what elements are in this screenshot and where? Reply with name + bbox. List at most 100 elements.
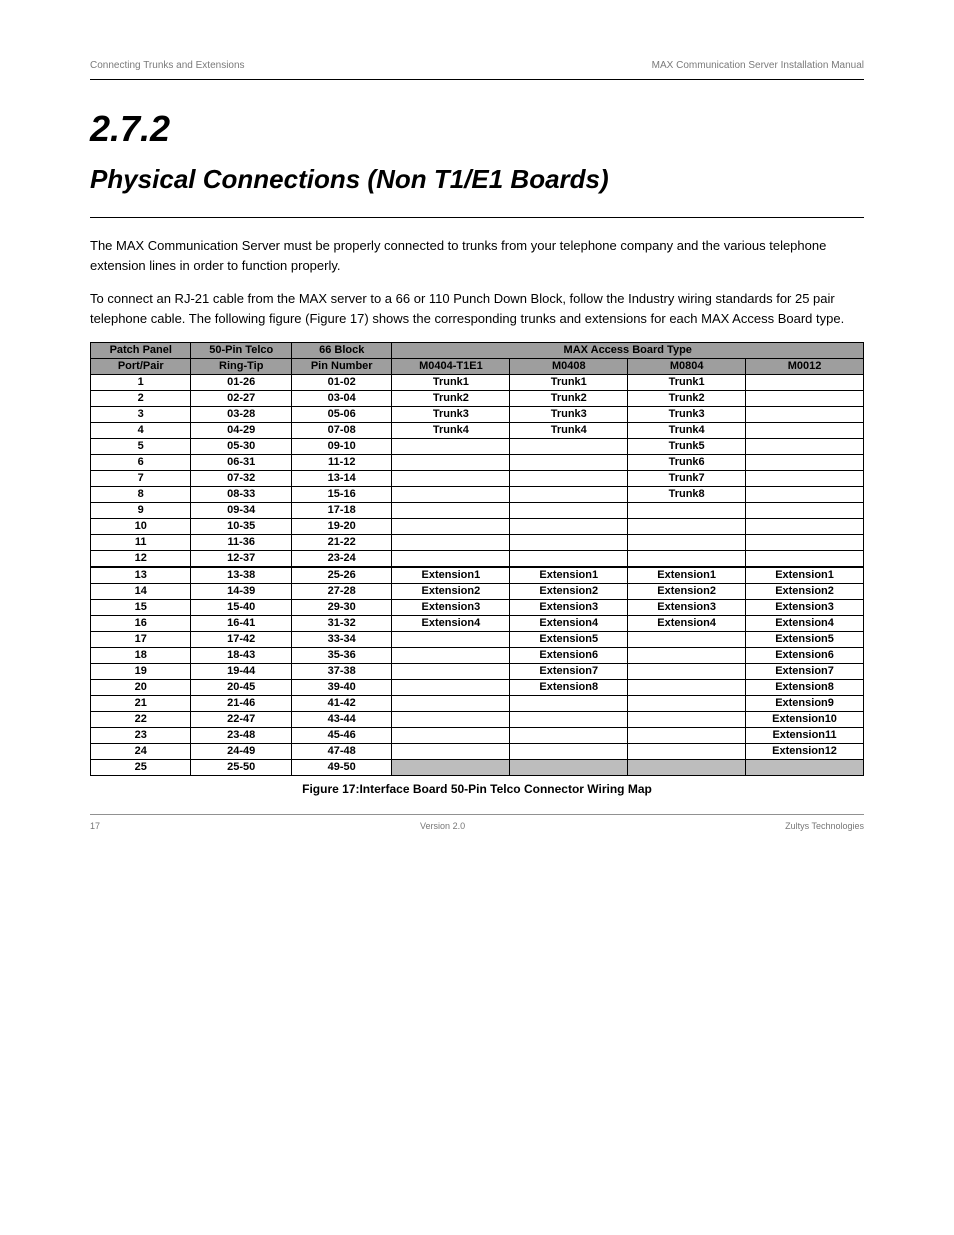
cell-rt: 23-48 — [191, 728, 291, 744]
cell-c1: Extension1 — [392, 567, 510, 584]
table-row: 404-2907-08Trunk4Trunk4Trunk4 — [91, 423, 864, 439]
cell-pp: 24 — [91, 744, 191, 760]
cell-rt: 19-44 — [191, 664, 291, 680]
cell-c1 — [392, 744, 510, 760]
cell-pn: 45-46 — [291, 728, 391, 744]
cell-c1 — [392, 680, 510, 696]
cell-rt: 09-34 — [191, 503, 291, 519]
table-row: 909-3417-18 — [91, 503, 864, 519]
cell-c4 — [746, 503, 864, 519]
cell-c2 — [510, 760, 628, 776]
cell-pp: 2 — [91, 391, 191, 407]
cell-c3: Extension2 — [628, 584, 746, 600]
section-title: Physical Connections (Non T1/E1 Boards) — [90, 164, 864, 195]
cell-pn: 15-16 — [291, 487, 391, 503]
cell-rt: 05-30 — [191, 439, 291, 455]
cell-rt: 02-27 — [191, 391, 291, 407]
cell-rt: 04-29 — [191, 423, 291, 439]
cell-pp: 4 — [91, 423, 191, 439]
cell-pn: 19-20 — [291, 519, 391, 535]
cell-pp: 18 — [91, 648, 191, 664]
col-m0012: M0012 — [746, 359, 864, 375]
cell-pn: 41-42 — [291, 696, 391, 712]
cell-c1 — [392, 664, 510, 680]
cell-c4 — [746, 535, 864, 551]
cell-c2 — [510, 696, 628, 712]
cell-pn: 01-02 — [291, 375, 391, 391]
table-row: 1919-4437-38Extension7Extension7 — [91, 664, 864, 680]
table-row: 808-3315-16Trunk8 — [91, 487, 864, 503]
cell-c2: Extension3 — [510, 600, 628, 616]
col-patch-panel: Patch Panel — [91, 343, 191, 359]
table-subheader-row: Port/Pair Ring-Tip Pin Number M0404-T1E1… — [91, 359, 864, 375]
cell-c1: Extension2 — [392, 584, 510, 600]
cell-c4 — [746, 375, 864, 391]
cell-c3: Trunk6 — [628, 455, 746, 471]
cell-c4 — [746, 423, 864, 439]
cell-c2: Extension4 — [510, 616, 628, 632]
col-board-type: MAX Access Board Type — [392, 343, 864, 359]
cell-c3: Extension1 — [628, 567, 746, 584]
cell-pp: 25 — [91, 760, 191, 776]
cell-c3: Trunk1 — [628, 375, 746, 391]
cell-pp: 1 — [91, 375, 191, 391]
cell-c4: Extension2 — [746, 584, 864, 600]
cell-c3: Trunk8 — [628, 487, 746, 503]
cell-c4: Extension1 — [746, 567, 864, 584]
cell-c1 — [392, 503, 510, 519]
cell-rt: 21-46 — [191, 696, 291, 712]
cell-pp: 9 — [91, 503, 191, 519]
cell-c3 — [628, 551, 746, 568]
page-header: Connecting Trunks and Extensions MAX Com… — [90, 60, 864, 71]
cell-pn: 27-28 — [291, 584, 391, 600]
cell-c4: Extension11 — [746, 728, 864, 744]
cell-pp: 13 — [91, 567, 191, 584]
cell-pp: 5 — [91, 439, 191, 455]
cell-pn: 39-40 — [291, 680, 391, 696]
cell-rt: 08-33 — [191, 487, 291, 503]
cell-c3 — [628, 535, 746, 551]
cell-c1 — [392, 551, 510, 568]
cell-c1: Trunk4 — [392, 423, 510, 439]
cell-c2 — [510, 744, 628, 760]
cell-c4 — [746, 439, 864, 455]
cell-c3 — [628, 680, 746, 696]
paragraph: To connect an RJ-21 cable from the MAX s… — [90, 289, 864, 328]
cell-pn: 37-38 — [291, 664, 391, 680]
cell-c3: Extension3 — [628, 600, 746, 616]
cell-rt: 01-26 — [191, 375, 291, 391]
col-telco: 50-Pin Telco — [191, 343, 291, 359]
cell-c2 — [510, 519, 628, 535]
table-row: 606-3111-12Trunk6 — [91, 455, 864, 471]
cell-c3 — [628, 519, 746, 535]
cell-c2 — [510, 712, 628, 728]
cell-c3 — [628, 696, 746, 712]
cell-c3 — [628, 728, 746, 744]
cell-c3: Trunk4 — [628, 423, 746, 439]
cell-c4: Extension8 — [746, 680, 864, 696]
col-m0804: M0804 — [628, 359, 746, 375]
table-row: 1818-4335-36Extension6Extension6 — [91, 648, 864, 664]
divider — [90, 814, 864, 815]
table-row: 2121-4641-42Extension9 — [91, 696, 864, 712]
cell-pp: 6 — [91, 455, 191, 471]
col-port-pair: Port/Pair — [91, 359, 191, 375]
cell-c1 — [392, 471, 510, 487]
col-block: 66 Block — [291, 343, 391, 359]
table-body: 101-2601-02Trunk1Trunk1Trunk1202-2703-04… — [91, 375, 864, 776]
cell-pp: 15 — [91, 600, 191, 616]
cell-c3 — [628, 760, 746, 776]
cell-c1: Extension4 — [392, 616, 510, 632]
cell-pp: 21 — [91, 696, 191, 712]
cell-c3: Trunk5 — [628, 439, 746, 455]
table-row: 2020-4539-40Extension8Extension8 — [91, 680, 864, 696]
cell-c3 — [628, 712, 746, 728]
cell-pp: 12 — [91, 551, 191, 568]
cell-c2: Trunk1 — [510, 375, 628, 391]
cell-rt: 06-31 — [191, 455, 291, 471]
cell-pp: 23 — [91, 728, 191, 744]
cell-rt: 13-38 — [191, 567, 291, 584]
cell-c2 — [510, 551, 628, 568]
cell-c1 — [392, 487, 510, 503]
cell-c2: Trunk2 — [510, 391, 628, 407]
